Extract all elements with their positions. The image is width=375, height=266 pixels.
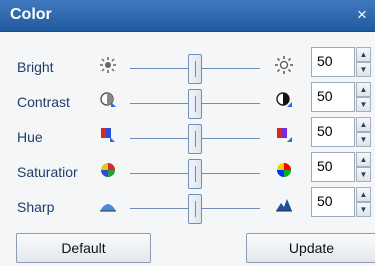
bright-row: Bright 50 ▲ ▼ (0, 45, 375, 85)
default-button[interactable]: Default (16, 233, 151, 263)
hue-label: Hue (17, 129, 43, 145)
contrast-spinner: ▲ ▼ (356, 82, 371, 112)
update-button[interactable]: Update (246, 233, 375, 263)
hue-increment-button[interactable]: ▲ (356, 117, 371, 132)
saturation-spinner: ▲ ▼ (356, 152, 371, 182)
contrast-decrement-button[interactable]: ▼ (356, 97, 371, 112)
sharp-increment-button[interactable]: ▲ (356, 187, 371, 202)
bright-increment-button[interactable]: ▲ (356, 47, 371, 62)
sharp-slider-thumb[interactable] (188, 194, 202, 224)
sharp-value-field[interactable]: 50 (311, 187, 355, 217)
bright-value-field[interactable]: 50 (311, 47, 355, 77)
window-title: Color (10, 6, 52, 23)
saturation-label: Saturatior (17, 164, 78, 180)
bright-spinner: ▲ ▼ (356, 47, 371, 77)
contrast-row: Contrast 50 ▲ ▼ (0, 80, 375, 120)
saturation-row: Saturatior 50 ▲ ▼ (0, 150, 375, 190)
brightness-low-icon (98, 55, 118, 75)
sharp-row: Sharp 50 ▲ ▼ (0, 185, 375, 225)
saturation-low-icon (98, 160, 118, 180)
hue-spinner: ▲ ▼ (356, 117, 371, 147)
contrast-low-icon (98, 90, 118, 110)
contrast-label: Contrast (17, 94, 70, 110)
brightness-high-icon (274, 55, 294, 75)
saturation-high-icon (274, 160, 294, 180)
hue-decrement-button[interactable]: ▼ (356, 132, 371, 147)
sharpness-low-icon (98, 195, 118, 215)
hue-high-icon (274, 125, 294, 145)
bright-label: Bright (17, 59, 54, 75)
bright-decrement-button[interactable]: ▼ (356, 62, 371, 77)
sharp-label: Sharp (17, 199, 55, 215)
hue-row: Hue 50 ▲ ▼ (0, 115, 375, 155)
sharpness-high-icon (274, 195, 294, 215)
title-bar: Color × (0, 0, 375, 32)
contrast-value-field[interactable]: 50 (311, 82, 355, 112)
saturation-decrement-button[interactable]: ▼ (356, 167, 371, 182)
hue-low-icon (98, 125, 118, 145)
saturation-increment-button[interactable]: ▲ (356, 152, 371, 167)
close-button[interactable]: × (353, 4, 371, 26)
sharp-decrement-button[interactable]: ▼ (356, 202, 371, 217)
sharp-spinner: ▲ ▼ (356, 187, 371, 217)
saturation-value-field[interactable]: 50 (311, 152, 355, 182)
color-dialog: Color × Bright 50 ▲ ▼ Contrast 50 ▲ ▼ Hu… (0, 0, 375, 266)
contrast-increment-button[interactable]: ▲ (356, 82, 371, 97)
hue-value-field[interactable]: 50 (311, 117, 355, 147)
contrast-high-icon (274, 90, 294, 110)
